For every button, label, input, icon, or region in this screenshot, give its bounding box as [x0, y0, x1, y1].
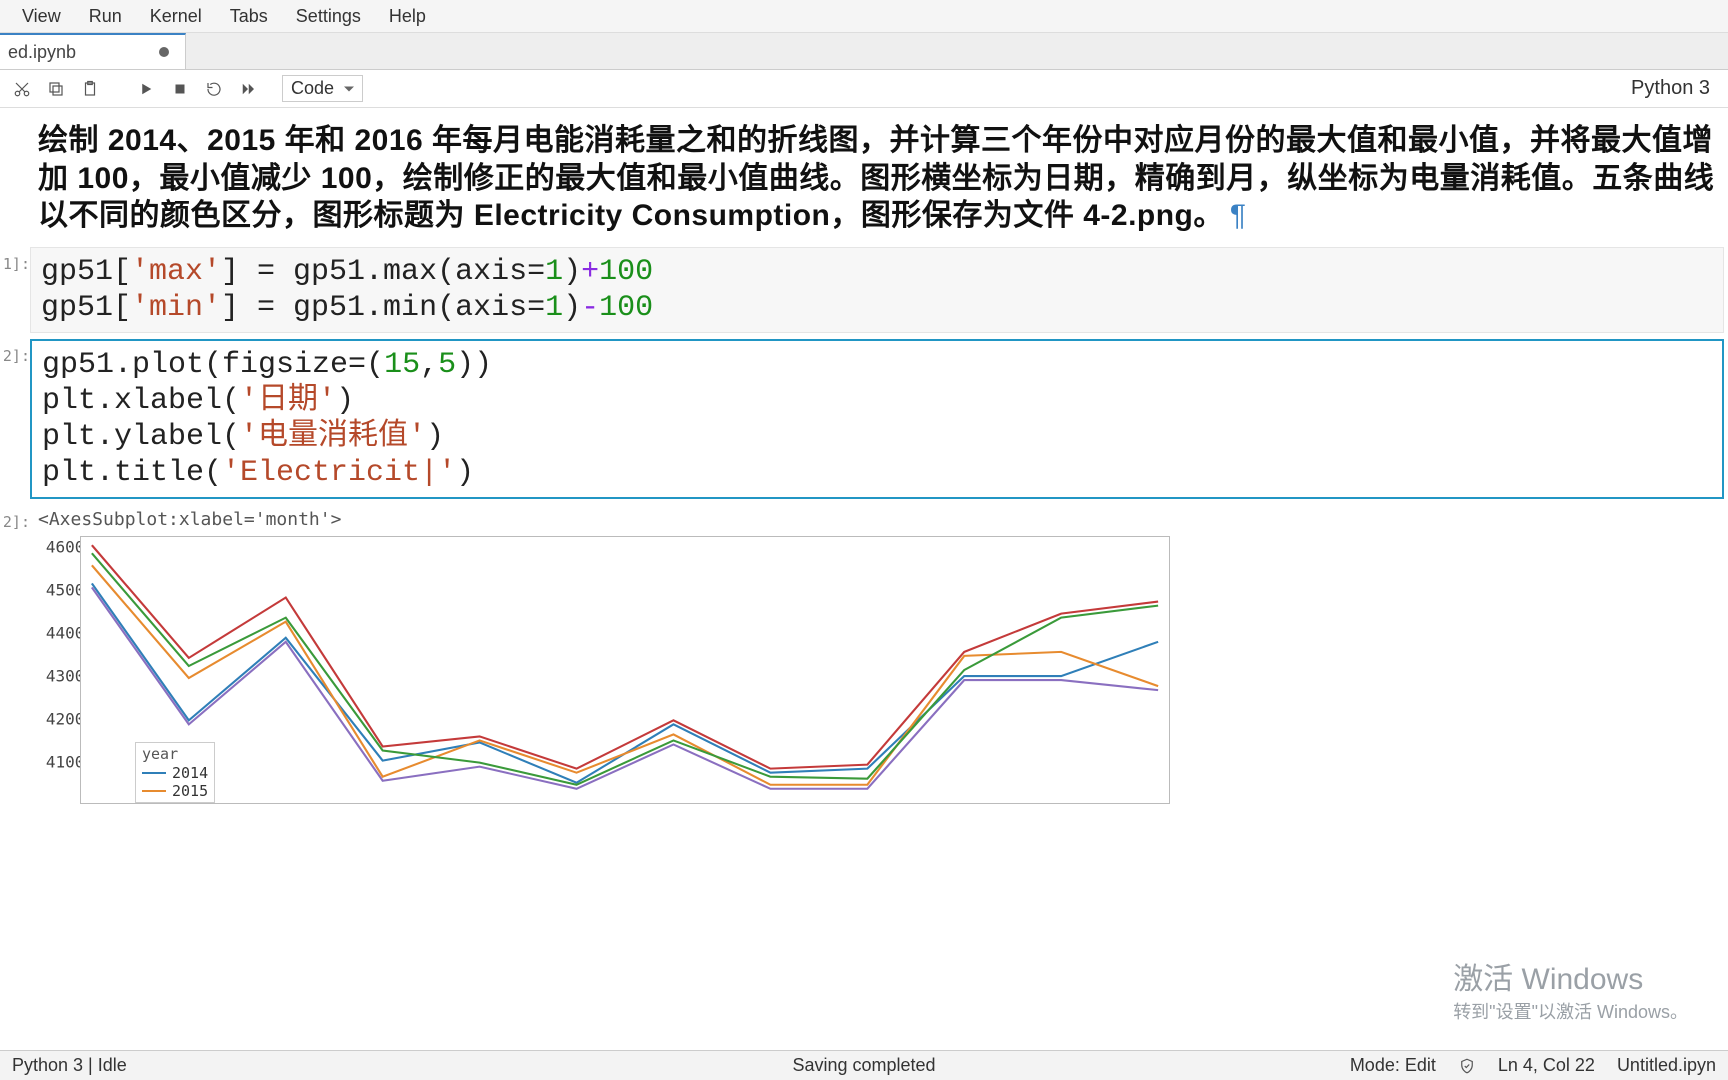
menu-tabs[interactable]: Tabs [216, 0, 282, 33]
chart-plot-area [81, 537, 1169, 803]
code-cell-2[interactable]: 2]: gp51.plot(figsize=(15,5)) plt.xlabel… [0, 339, 1724, 499]
statusbar: Python 3 | Idle Saving completed Mode: E… [0, 1050, 1728, 1080]
tabbar: ed.ipynb [0, 33, 1728, 70]
stop-icon[interactable] [168, 77, 192, 101]
status-cursor-pos: Ln 4, Col 22 [1498, 1055, 1595, 1076]
chart-legend: year 2014 2015 [135, 742, 215, 803]
cell-prompt: 2]: [0, 505, 30, 808]
legend-item: 2015 [142, 782, 208, 800]
windows-activation-watermark: 激活 Windows 转到"设置"以激活 Windows。 [1453, 954, 1688, 1024]
status-kernel[interactable]: Python 3 | Idle [12, 1055, 127, 1076]
toolbar: Code Python 3 [0, 70, 1728, 108]
paste-icon[interactable] [78, 77, 102, 101]
code-cell-1[interactable]: 1]: gp51['max'] = gp51.max(axis=1)+100 g… [0, 247, 1724, 333]
cell-output: <AxesSubplot:xlabel='month'> 46000 45000… [30, 505, 1724, 808]
unsaved-indicator-icon [159, 47, 169, 57]
markdown-cell[interactable]: 绘制 2014、2015 年和 2016 年每月电能消耗量之和的折线图，并计算三… [0, 116, 1724, 241]
kernel-name[interactable]: Python 3 [1631, 77, 1718, 100]
code-input[interactable]: gp51['max'] = gp51.max(axis=1)+100 gp51[… [30, 247, 1724, 333]
status-save: Saving completed [792, 1055, 935, 1076]
fast-forward-icon[interactable] [236, 77, 260, 101]
run-icon[interactable] [134, 77, 158, 101]
menubar: View Run Kernel Tabs Settings Help [0, 0, 1728, 33]
output-cell: 2]: <AxesSubplot:xlabel='month'> 46000 4… [0, 505, 1724, 808]
cut-icon[interactable] [10, 77, 34, 101]
copy-icon[interactable] [44, 77, 68, 101]
markdown-text: 绘制 2014、2015 年和 2016 年每月电能消耗量之和的折线图，并计算三… [30, 116, 1724, 241]
legend-item: 2014 [142, 764, 208, 782]
restart-icon[interactable] [202, 77, 226, 101]
menu-run[interactable]: Run [75, 0, 136, 33]
cell-prompt: 2]: [0, 339, 30, 499]
legend-swatch-icon [142, 790, 166, 792]
status-mode: Mode: Edit [1350, 1055, 1436, 1076]
output-text: <AxesSubplot:xlabel='month'> [38, 509, 1716, 530]
menu-view[interactable]: View [8, 0, 75, 33]
notebook-tab[interactable]: ed.ipynb [0, 33, 186, 69]
pilcrow-icon: ¶ [1230, 199, 1247, 232]
shield-icon [1458, 1057, 1476, 1075]
code-input[interactable]: gp51.plot(figsize=(15,5)) plt.xlabel('日期… [30, 339, 1724, 499]
status-filename: Untitled.ipyn [1617, 1055, 1716, 1076]
menu-settings[interactable]: Settings [282, 0, 375, 33]
menu-kernel[interactable]: Kernel [136, 0, 216, 33]
notebook-area: 绘制 2014、2015 年和 2016 年每月电能消耗量之和的折线图，并计算三… [0, 108, 1728, 814]
markdown-content: 绘制 2014、2015 年和 2016 年每月电能消耗量之和的折线图，并计算三… [38, 124, 1714, 232]
cell-prompt: 1]: [0, 247, 30, 333]
legend-title: year [142, 745, 208, 763]
tab-title: ed.ipynb [8, 42, 76, 63]
cell-type-select[interactable]: Code [282, 75, 363, 102]
cell-prompt [0, 116, 30, 241]
menu-help[interactable]: Help [375, 0, 440, 33]
legend-swatch-icon [142, 772, 166, 774]
chart: year 2014 2015 [80, 536, 1170, 804]
